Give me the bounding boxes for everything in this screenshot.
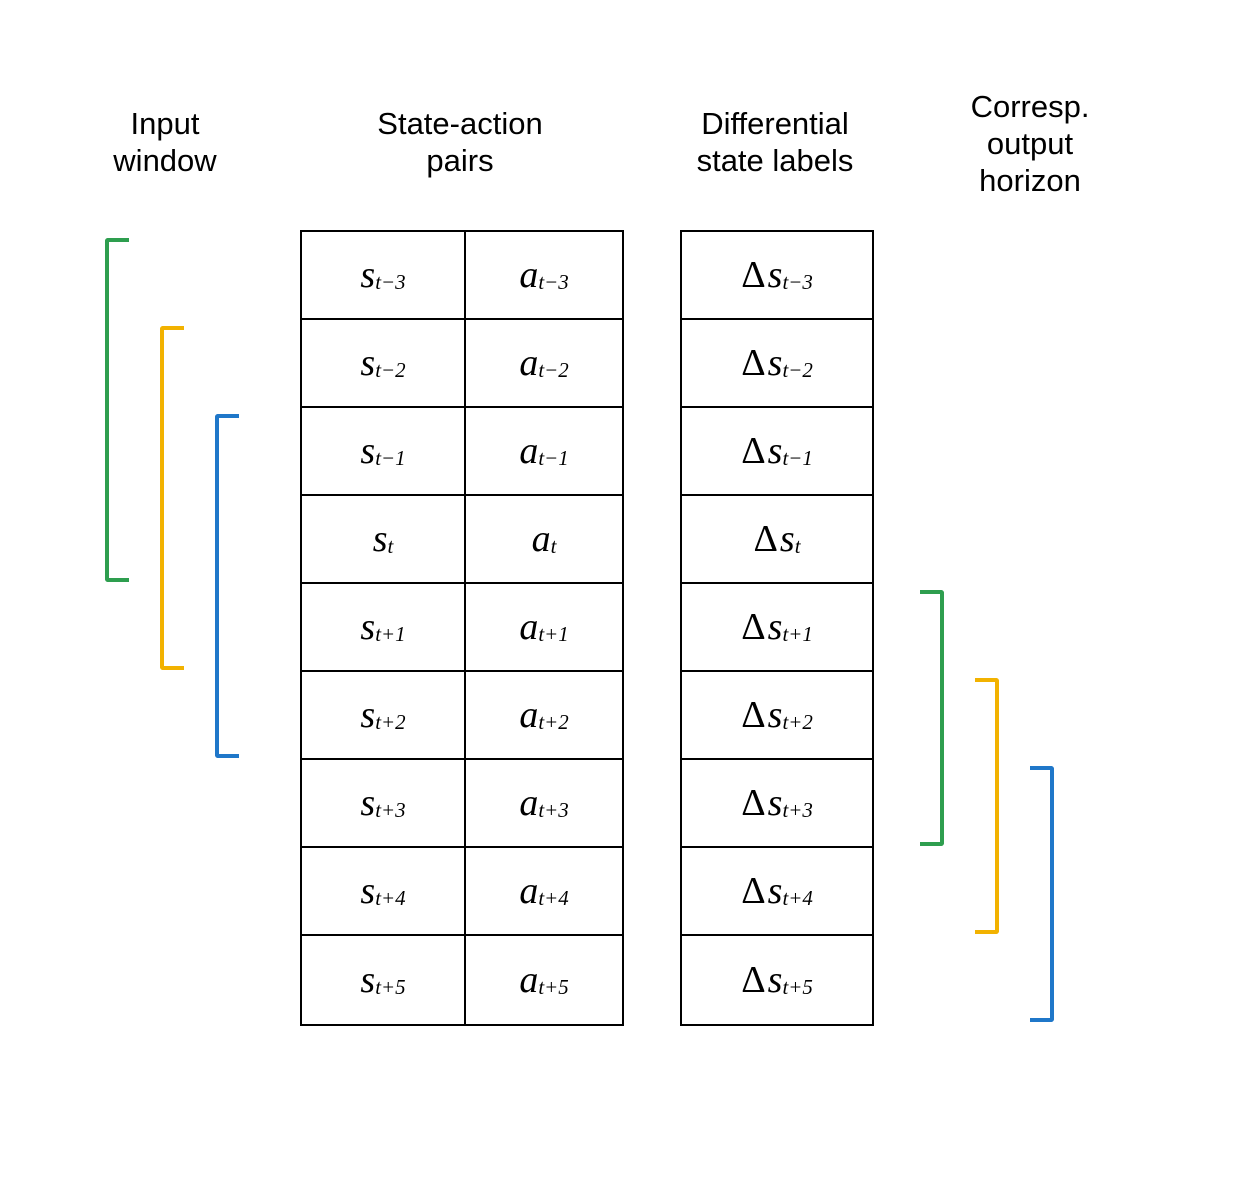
diff-cell: Δst−3 (682, 232, 872, 320)
diff-cell: Δst+2 (682, 672, 872, 760)
table-row: st−2at−2 (302, 320, 622, 408)
header-state-action: State-action pairs (300, 105, 620, 179)
output-bracket-yellow (975, 678, 999, 934)
table-row: st−3at−3 (302, 232, 622, 320)
table-row: Δst+1 (682, 584, 872, 672)
action-cell: at−1 (466, 408, 622, 496)
diff-cell: Δst+1 (682, 584, 872, 672)
table-row: st+4at+4 (302, 848, 622, 936)
state-cell: st+2 (302, 672, 466, 760)
state-cell: st+3 (302, 760, 466, 848)
output-bracket-blue (1030, 766, 1054, 1022)
table-row: Δst+3 (682, 760, 872, 848)
diagram-canvas: Input window State-action pairs Differen… (0, 0, 1260, 1185)
table-row: Δst+2 (682, 672, 872, 760)
table-row: stat (302, 496, 622, 584)
output-bracket-green (920, 590, 944, 846)
table-row: Δst+5 (682, 936, 872, 1024)
state-cell: st (302, 496, 466, 584)
input-bracket-yellow (160, 326, 184, 670)
diff-state-table: Δst−3Δst−2Δst−1ΔstΔst+1Δst+2Δst+3Δst+4Δs… (680, 230, 874, 1026)
table-row: Δst−2 (682, 320, 872, 408)
input-bracket-green (105, 238, 129, 582)
diff-cell: Δst+3 (682, 760, 872, 848)
input-bracket-blue (215, 414, 239, 758)
action-cell: at+4 (466, 848, 622, 936)
header-output-horizon: Corresp. output horizon (940, 88, 1120, 200)
action-cell: at+1 (466, 584, 622, 672)
table-row: st+5at+5 (302, 936, 622, 1024)
state-cell: st+1 (302, 584, 466, 672)
table-row: Δst−1 (682, 408, 872, 496)
state-cell: st−1 (302, 408, 466, 496)
state-cell: st+4 (302, 848, 466, 936)
state-cell: st−3 (302, 232, 466, 320)
table-row: Δst (682, 496, 872, 584)
header-diff-labels: Differential state labels (660, 105, 890, 179)
state-cell: st−2 (302, 320, 466, 408)
table-row: st+3at+3 (302, 760, 622, 848)
table-row: Δst−3 (682, 232, 872, 320)
action-cell: at+3 (466, 760, 622, 848)
table-row: st−1at−1 (302, 408, 622, 496)
table-row: Δst+4 (682, 848, 872, 936)
diff-cell: Δst−2 (682, 320, 872, 408)
table-row: st+1at+1 (302, 584, 622, 672)
diff-cell: Δst−1 (682, 408, 872, 496)
state-cell: st+5 (302, 936, 466, 1024)
action-cell: at−3 (466, 232, 622, 320)
action-cell: at (466, 496, 622, 584)
action-cell: at−2 (466, 320, 622, 408)
action-cell: at+5 (466, 936, 622, 1024)
table-row: st+2at+2 (302, 672, 622, 760)
diff-cell: Δst (682, 496, 872, 584)
state-action-table: st−3at−3st−2at−2st−1at−1statst+1at+1st+2… (300, 230, 624, 1026)
action-cell: at+2 (466, 672, 622, 760)
diff-cell: Δst+5 (682, 936, 872, 1024)
diff-cell: Δst+4 (682, 848, 872, 936)
header-input-window: Input window (90, 105, 240, 179)
